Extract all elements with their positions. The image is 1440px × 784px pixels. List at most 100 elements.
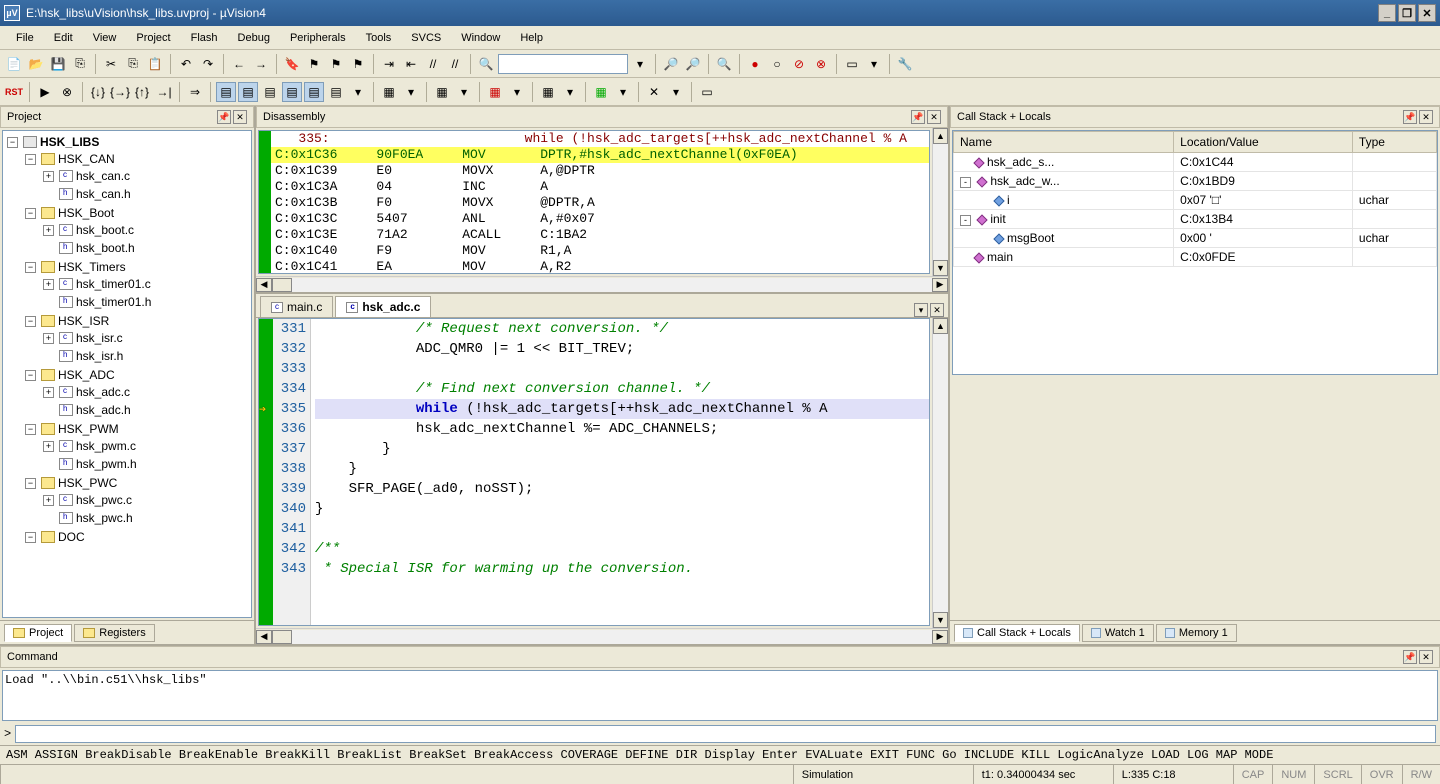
debug-icon[interactable]: 🔍 [714, 54, 734, 74]
close-icon[interactable]: ✕ [233, 110, 247, 124]
tab-registers[interactable]: Registers [74, 624, 154, 642]
dropdown-icon[interactable]: ▾ [914, 303, 928, 317]
code-line[interactable]: SFR_PAGE(_ad0, noSST); [315, 479, 929, 499]
dropdown-icon[interactable]: ▾ [560, 82, 580, 102]
tree-file[interactable]: + hsk_isr.c [41, 330, 249, 346]
comment-icon[interactable]: // [423, 54, 443, 74]
tree-file[interactable]: hsk_adc.h [41, 402, 249, 418]
table-row[interactable]: - hsk_adc_w...C:0x1BD9 [954, 172, 1437, 191]
disasm-line[interactable]: C:0x1C41 EA MOV A,R2 [259, 259, 929, 274]
breakpoint-kill-icon[interactable]: ⊗ [811, 54, 831, 74]
menu-help[interactable]: Help [510, 30, 553, 46]
dropdown-icon[interactable]: ▾ [348, 82, 368, 102]
tree-root-node[interactable]: − HSK_LIBS [5, 134, 249, 150]
redo-icon[interactable]: ↷ [198, 54, 218, 74]
callstack-table[interactable]: NameLocation/ValueTypehsk_adc_s...C:0x1C… [953, 131, 1437, 267]
find-in-files-icon[interactable]: 🔍 [476, 54, 496, 74]
code-line[interactable]: } [315, 499, 929, 519]
trace-window-icon[interactable]: ▦ [538, 82, 558, 102]
stop-icon[interactable]: ⊗ [57, 82, 77, 102]
tree-group[interactable]: − HSK_Timers [23, 259, 249, 275]
close-icon[interactable]: ✕ [930, 303, 944, 317]
menu-tools[interactable]: Tools [356, 30, 402, 46]
code-line[interactable]: while (!hsk_adc_targets[++hsk_adc_nextCh… [315, 399, 929, 419]
step-over-icon[interactable]: {→} [110, 82, 130, 102]
table-header[interactable]: Name [954, 132, 1174, 153]
system-viewer-icon[interactable]: ▦ [591, 82, 611, 102]
window-icon[interactable]: ▭ [842, 54, 862, 74]
dropdown-icon[interactable]: ▾ [666, 82, 686, 102]
pin-icon[interactable]: 📌 [1403, 650, 1417, 664]
dropdown-icon[interactable]: ▾ [630, 54, 650, 74]
disasm-line[interactable]: C:0x1C3A 04 INC A [259, 179, 929, 195]
dropdown-icon[interactable]: ▾ [613, 82, 633, 102]
menu-peripherals[interactable]: Peripherals [280, 30, 356, 46]
minimize-button[interactable]: _ [1378, 4, 1396, 22]
tree-group[interactable]: − HSK_Boot [23, 205, 249, 221]
code-line[interactable]: * Special ISR for warming up the convers… [315, 559, 929, 579]
code-line[interactable]: ADC_QMR0 |= 1 << BIT_TREV; [315, 339, 929, 359]
disasm-line[interactable]: C:0x1C3E 71A2 ACALL C:1BA2 [259, 227, 929, 243]
tree-group[interactable]: − HSK_ISR [23, 313, 249, 329]
find-input[interactable] [498, 54, 628, 74]
tree-file[interactable]: + hsk_timer01.c [41, 276, 249, 292]
dropdown-icon[interactable]: ▾ [507, 82, 527, 102]
tree-file[interactable]: + hsk_boot.c [41, 222, 249, 238]
code-line[interactable]: /* Find next conversion channel. */ [315, 379, 929, 399]
close-icon[interactable]: ✕ [927, 110, 941, 124]
code-line[interactable] [315, 359, 929, 379]
scrollbar-vertical[interactable]: ▲▼ [932, 318, 948, 628]
disasm-line[interactable]: C:0x1C39 E0 MOVX A,@DPTR [259, 163, 929, 179]
paste-icon[interactable]: 📋 [145, 54, 165, 74]
bookmark-clear-icon[interactable]: ⚑ [348, 54, 368, 74]
bookmark-prev-icon[interactable]: ⚑ [304, 54, 324, 74]
reset-icon[interactable]: RST [4, 82, 24, 102]
registers-window-icon[interactable]: ▤ [282, 82, 302, 102]
run-to-cursor-icon[interactable]: →| [154, 82, 174, 102]
scrollbar-horizontal[interactable]: ◀▶ [256, 276, 948, 292]
menu-svcs[interactable]: SVCS [401, 30, 451, 46]
scrollbar-vertical[interactable]: ▲▼ [932, 128, 948, 276]
save-icon[interactable]: 💾 [48, 54, 68, 74]
code-line[interactable]: /** [315, 539, 929, 559]
tab-memory-1[interactable]: Memory 1 [1156, 624, 1237, 642]
menu-flash[interactable]: Flash [181, 30, 228, 46]
breakpoint-disable-icon[interactable]: ⊘ [789, 54, 809, 74]
command-input[interactable] [15, 725, 1436, 743]
table-header[interactable]: Location/Value [1174, 132, 1353, 153]
tab-call-stack-+-locals[interactable]: Call Stack + Locals [954, 624, 1080, 642]
pin-icon[interactable]: 📌 [911, 110, 925, 124]
memory-window-icon[interactable]: ▦ [379, 82, 399, 102]
menu-debug[interactable]: Debug [228, 30, 280, 46]
tree-file[interactable]: + hsk_pwc.c [41, 492, 249, 508]
symbols-window-icon[interactable]: ▤ [260, 82, 280, 102]
callstack-window-icon[interactable]: ▤ [304, 82, 324, 102]
cut-icon[interactable]: ✂ [101, 54, 121, 74]
tree-group[interactable]: − HSK_CAN [23, 151, 249, 167]
uncomment-icon[interactable]: // [445, 54, 465, 74]
restore-button[interactable]: ❐ [1398, 4, 1416, 22]
menu-view[interactable]: View [83, 30, 127, 46]
code-line[interactable]: /* Request next conversion. */ [315, 319, 929, 339]
disasm-window-icon[interactable]: ▤ [238, 82, 258, 102]
step-icon[interactable]: {↓} [88, 82, 108, 102]
dropdown-icon[interactable]: ▾ [401, 82, 421, 102]
tree-file[interactable]: + hsk_pwm.c [41, 438, 249, 454]
nav-back-icon[interactable]: ← [229, 54, 249, 74]
indent-icon[interactable]: ⇥ [379, 54, 399, 74]
tree-file[interactable]: + hsk_can.c [41, 168, 249, 184]
tree-file[interactable]: hsk_pwc.h [41, 510, 249, 526]
disasm-line[interactable]: 335: while (!hsk_adc_targets[++hsk_adc_n… [259, 131, 929, 147]
code-line[interactable]: } [315, 439, 929, 459]
outdent-icon[interactable]: ⇤ [401, 54, 421, 74]
menu-file[interactable]: File [6, 30, 44, 46]
code-line[interactable]: hsk_adc_nextChannel %= ADC_CHANNELS; [315, 419, 929, 439]
menu-edit[interactable]: Edit [44, 30, 83, 46]
configure-icon[interactable]: 🔧 [895, 54, 915, 74]
tree-group[interactable]: − DOC [23, 529, 249, 545]
find-icon[interactable]: 🔎 [661, 54, 681, 74]
bookmark-next-icon[interactable]: ⚑ [326, 54, 346, 74]
tree-file[interactable]: + hsk_adc.c [41, 384, 249, 400]
bookmark-icon[interactable]: 🔖 [282, 54, 302, 74]
new-file-icon[interactable]: 📄 [4, 54, 24, 74]
